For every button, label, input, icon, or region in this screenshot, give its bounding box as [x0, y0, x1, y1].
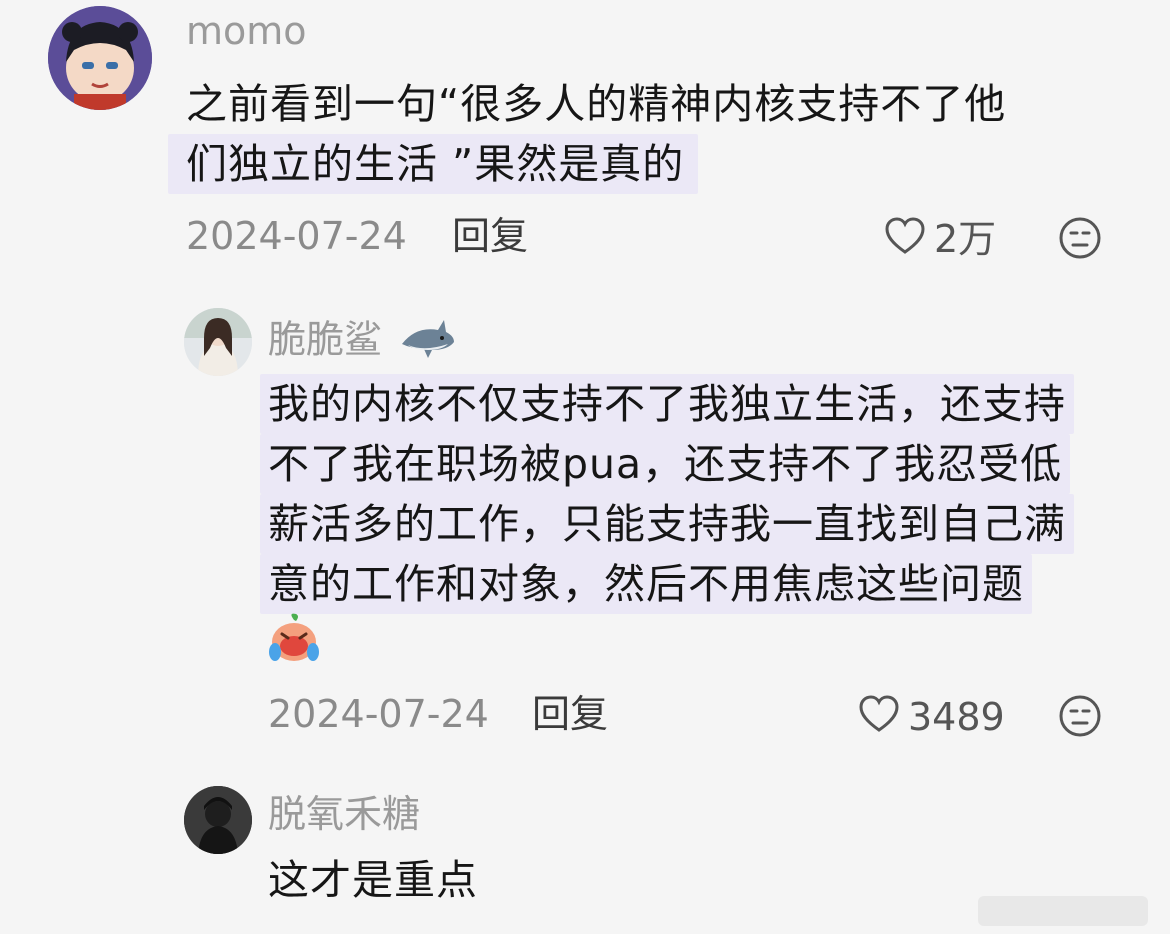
- like-count: 3489: [908, 695, 1005, 739]
- comment-text: 之前看到一句“很多人的精神内核支持不了他 们独立的生活 ”果然是真的: [168, 74, 1007, 194]
- comment-line: 意的工作和对象，然后不用焦虑这些问题: [260, 554, 1032, 614]
- comment-line: 们独立的生活 ”果然是真的: [168, 134, 699, 194]
- like-button[interactable]: 3489: [858, 694, 1005, 740]
- username[interactable]: 脆脆鲨: [268, 316, 456, 368]
- heart-outline-icon: [884, 216, 926, 262]
- heart-outline-icon: [858, 694, 900, 740]
- reaction-button[interactable]: [1058, 694, 1102, 744]
- username-text: 脆脆鲨: [268, 317, 383, 362]
- comment-text: 我的内核不仅支持不了我独立生活，还支持 不了我在职场被pua，还支持不了我忍受低…: [260, 374, 1074, 614]
- avatar[interactable]: [184, 786, 252, 854]
- username[interactable]: 脱氧禾糖: [268, 795, 420, 833]
- comment-line: 薪活多的工作，只能支持我一直找到自己满: [260, 494, 1074, 554]
- reaction-button[interactable]: [1058, 216, 1102, 266]
- watermark: [978, 896, 1148, 926]
- comment-line: 之前看到一句“很多人的精神内核支持不了他: [186, 80, 1007, 128]
- neutral-face-icon: [1058, 216, 1102, 266]
- comment-date: 2024-07-24: [268, 692, 489, 736]
- comment-text: 这才是重点: [268, 850, 478, 910]
- like-count: 2万: [934, 217, 997, 261]
- comment-date: 2024-07-24: [186, 214, 407, 258]
- neutral-face-icon: [1058, 694, 1102, 744]
- reply-button[interactable]: 回复: [532, 695, 608, 733]
- comment-line: 这才是重点: [268, 856, 478, 904]
- comment-line: 我的内核不仅支持不了我独立生活，还支持: [260, 374, 1074, 434]
- crying-peach-emoji: [266, 612, 322, 668]
- shark-emoji: [398, 316, 456, 368]
- reply-button[interactable]: 回复: [452, 217, 528, 255]
- like-button[interactable]: 2万: [884, 216, 996, 262]
- avatar[interactable]: [48, 6, 152, 110]
- username[interactable]: momo: [186, 12, 307, 50]
- comment-line: 不了我在职场被pua，还支持不了我忍受低: [260, 434, 1071, 494]
- avatar[interactable]: [184, 308, 252, 376]
